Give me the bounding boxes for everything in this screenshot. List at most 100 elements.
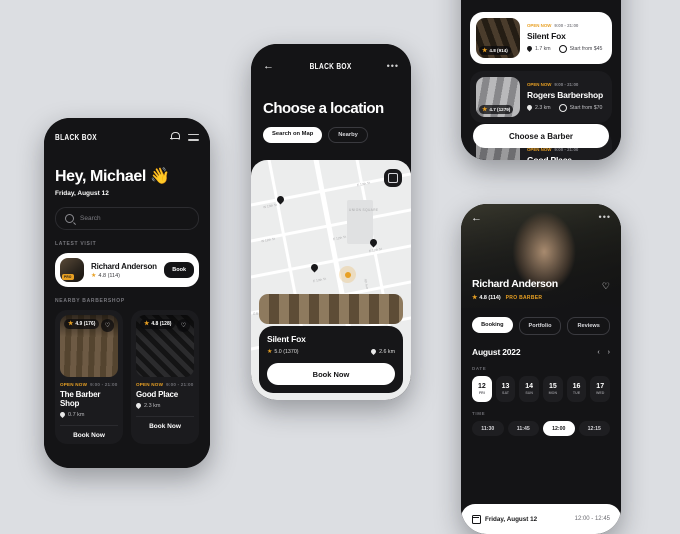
- clock-icon: [558, 104, 567, 112]
- date-picker: 12 FRI 13 SAT 14 SUN 15 MON 16 TUE 17 WE…: [472, 376, 611, 402]
- clock-icon: [558, 45, 567, 53]
- summary-time: 12:00 - 12:45: [574, 516, 610, 522]
- app-logo: BLACK BOX: [55, 132, 97, 142]
- date-option[interactable]: 14 SUN: [519, 376, 540, 402]
- latest-visit-label: LATEST VISIT: [55, 241, 97, 247]
- search-placeholder: Search: [80, 215, 101, 222]
- open-label: OPEN NOW: [136, 382, 164, 387]
- date-option[interactable]: 12 FRI: [472, 376, 492, 402]
- rating-value: 4.8 (128): [151, 321, 172, 327]
- date-option[interactable]: 15 MON: [543, 376, 563, 402]
- star-icon: ★: [144, 321, 150, 327]
- latest-visit-card[interactable]: PRO Richard Anderson ★ 4.8 (114) Book: [55, 253, 199, 287]
- rating-chip: ★ 4.8 (914): [479, 46, 511, 55]
- barber-name: Richard Anderson: [472, 278, 558, 290]
- star-icon: ★: [91, 272, 97, 279]
- time-option[interactable]: 12:00: [543, 421, 575, 436]
- star-icon: ★: [482, 106, 488, 113]
- book-button[interactable]: Book: [164, 262, 194, 278]
- tab-reviews[interactable]: Reviews: [567, 317, 611, 335]
- screen-location: ← BLACK BOX ••• Choose a location Search…: [251, 44, 411, 400]
- rating-value: 4.9 (176): [75, 321, 96, 327]
- tab-search-on-map[interactable]: Search on Map: [263, 127, 323, 143]
- barber-rating: ★ 4.8 (114): [91, 272, 120, 279]
- star-icon: ★: [472, 295, 478, 301]
- nearby-grid: ★ 4.9 (176) ♡ OPEN NOW 9:00 - 21:00 The B…: [55, 310, 199, 444]
- list-item[interactable]: ★ 4.8 (914) OPEN NOW 9:00 - 21:00 Silent …: [470, 12, 612, 64]
- back-button[interactable]: ←: [471, 213, 482, 224]
- shop-photo: ★ 4.8 (128) ♡: [136, 315, 194, 377]
- locate-me-button[interactable]: [384, 169, 402, 187]
- shop-name: The Barber Shop: [60, 390, 101, 408]
- star-icon: ★: [482, 47, 488, 54]
- profile-tabs: Booking Portfolio Reviews: [472, 317, 611, 335]
- book-now-button[interactable]: Book Now: [136, 416, 194, 430]
- date-option[interactable]: 17 WED: [590, 376, 611, 402]
- shop-photo: ★ 4.9 (176) ♡: [60, 315, 118, 377]
- phone-choose-location: ← BLACK BOX ••• Choose a location Search…: [251, 44, 411, 400]
- favorite-icon[interactable]: ♡: [602, 281, 610, 292]
- tab-booking[interactable]: Booking: [472, 317, 513, 333]
- bell-icon[interactable]: [170, 132, 180, 142]
- search-input[interactable]: Search: [55, 207, 199, 230]
- shop-meta: 2.3 km Start from $70: [527, 104, 606, 112]
- pro-badge: PRO: [62, 274, 74, 280]
- open-status: OPEN NOW 9:00 - 21:00: [527, 82, 606, 87]
- shop-name: Rogers Barbershop: [527, 90, 603, 100]
- distance: 2.3 km: [527, 104, 551, 112]
- open-status: OPEN NOW 9:00 - 21:00: [60, 382, 118, 387]
- distance: 1.7 km: [527, 45, 551, 53]
- choose-barber-button[interactable]: Choose a Barber: [473, 124, 609, 148]
- shop-distance: 2.6 km: [371, 349, 395, 355]
- heart-icon[interactable]: ♡: [101, 319, 114, 332]
- open-label: OPEN NOW: [60, 382, 88, 387]
- shop-card[interactable]: ★ 4.8 (128) ♡ OPEN NOW 9:00 - 21:00 Good …: [131, 310, 199, 444]
- nearby-label: NEARBY BARBERSHOP: [55, 298, 125, 304]
- map-pin[interactable]: [277, 196, 284, 205]
- map-view[interactable]: W 13th St W 12th St E 13th St E 12th St …: [251, 160, 411, 400]
- phone-home: BLACK BOX Hey, Michael 👋 Friday, August …: [44, 118, 210, 468]
- selected-shop-card: Silent Fox ★ 5.0 (1370) 2.6 km Book Now: [259, 326, 403, 393]
- barber-name: Richard Anderson: [91, 261, 157, 271]
- shop-meta: ★ 5.0 (1370) 2.6 km: [267, 349, 395, 355]
- app-logo: BLACK BOX: [309, 61, 352, 71]
- tab-nearby[interactable]: Nearby: [328, 127, 368, 143]
- book-now-button[interactable]: Book Now: [60, 425, 118, 439]
- back-button[interactable]: ←: [263, 60, 274, 72]
- avatar: PRO: [60, 258, 84, 282]
- chevron-right-icon[interactable]: ›: [608, 349, 610, 356]
- map-pin[interactable]: [370, 239, 377, 248]
- pin-icon: [371, 349, 376, 355]
- shop-card[interactable]: ★ 4.9 (176) ♡ OPEN NOW 9:00 - 21:00 The B…: [55, 310, 123, 444]
- date-option[interactable]: 16 TUE: [566, 376, 587, 402]
- more-options-button[interactable]: •••: [387, 61, 399, 71]
- open-label: OPEN NOW: [527, 82, 552, 87]
- time-option[interactable]: 12:15: [578, 421, 610, 436]
- screen-home: BLACK BOX Hey, Michael 👋 Friday, August …: [44, 118, 210, 468]
- latest-visit-info: Richard Anderson ★ 4.8 (114): [91, 262, 157, 279]
- hamburger-menu-icon[interactable]: [188, 133, 199, 141]
- heart-icon[interactable]: ♡: [177, 319, 190, 332]
- tab-portfolio[interactable]: Portfolio: [518, 317, 562, 335]
- time-option[interactable]: 11:45: [507, 421, 539, 436]
- map-pin[interactable]: [311, 264, 318, 273]
- calendar-icon: [471, 514, 481, 524]
- open-status: OPEN NOW 9:00 - 21:00: [136, 382, 194, 387]
- time-picker: 11:30 11:45 12:00 12:15: [472, 421, 610, 436]
- pin-icon: [136, 403, 141, 409]
- list-item[interactable]: ★ 4.7 (1279) OPEN NOW 9:00 - 21:00 Rogers…: [470, 71, 612, 123]
- more-options-button[interactable]: •••: [599, 213, 611, 222]
- price: Start from $70: [558, 104, 602, 112]
- map-area-label: UNION SQUARE: [349, 208, 379, 212]
- search-icon: [65, 214, 74, 223]
- home-header: BLACK BOX: [55, 118, 199, 150]
- date-option[interactable]: 13 SAT: [495, 376, 516, 402]
- chevron-left-icon[interactable]: ‹: [597, 349, 599, 356]
- barber-rating: ★ 4.8 (114): [472, 295, 501, 301]
- shop-meta: 1.7 km Start from $45: [527, 45, 606, 53]
- map-street-label: E 12th St: [332, 234, 347, 242]
- mockup-stage: ★ 4.8 (914) OPEN NOW 9:00 - 21:00 Silent …: [0, 0, 680, 534]
- pin-icon: [527, 46, 532, 52]
- book-now-button[interactable]: Book Now: [267, 363, 395, 385]
- time-option[interactable]: 11:30: [472, 421, 504, 436]
